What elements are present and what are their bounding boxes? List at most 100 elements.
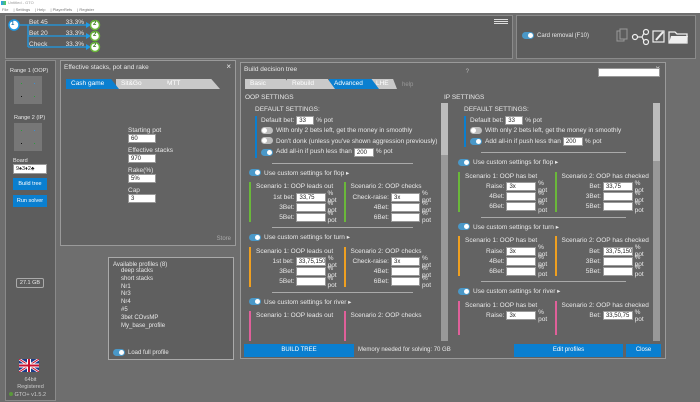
build-tree-button[interactable]: Build tree bbox=[13, 178, 47, 190]
toggle-switch[interactable] bbox=[522, 32, 534, 39]
toggle-switch[interactable] bbox=[261, 148, 273, 156]
tree-node-label[interactable]: 2 bbox=[93, 32, 96, 38]
load-full-profile-toggle[interactable]: Load full profile bbox=[113, 348, 169, 356]
starting-pot-input[interactable]: 60 bbox=[128, 134, 156, 143]
tab-advanced[interactable]: Advanced bbox=[329, 79, 379, 89]
toggle-switch[interactable] bbox=[261, 137, 273, 145]
build-tree-button[interactable]: BUILD TREE bbox=[244, 344, 354, 357]
menu-playerrefs[interactable]: PlayerRefs bbox=[53, 7, 73, 12]
profile-item[interactable]: #5 bbox=[121, 307, 233, 315]
help-link[interactable]: help bbox=[402, 82, 413, 88]
toggle-switch[interactable] bbox=[470, 138, 482, 146]
store-button[interactable]: Store bbox=[217, 236, 231, 242]
bet-size-input[interactable] bbox=[602, 256, 633, 266]
toggle-switch[interactable] bbox=[470, 126, 482, 134]
tab-basic[interactable]: Basic bbox=[245, 79, 293, 89]
bet-size-input[interactable] bbox=[390, 202, 420, 212]
flop-custom-toggle[interactable]: Use custom settings for flop ▸ bbox=[456, 158, 651, 169]
turn-custom-toggle[interactable]: Use custom settings for turn ▸ bbox=[247, 233, 438, 244]
toggle-switch[interactable] bbox=[249, 298, 261, 306]
close-button[interactable]: Close bbox=[626, 344, 661, 357]
ip-scrollbar[interactable] bbox=[653, 103, 660, 341]
scrollbar-thumb[interactable] bbox=[441, 103, 448, 155]
allin-input[interactable]: 200 bbox=[562, 137, 583, 147]
flop-custom-toggle[interactable]: Use custom settings for flop ▸ bbox=[247, 169, 438, 180]
scrollbar-thumb[interactable] bbox=[653, 103, 660, 161]
bet-size-input[interactable] bbox=[296, 202, 326, 212]
rake-input[interactable]: 5% bbox=[128, 174, 156, 183]
bet-size-input[interactable] bbox=[602, 202, 633, 211]
search-input[interactable] bbox=[598, 68, 660, 77]
oop-scrollbar[interactable] bbox=[441, 103, 448, 341]
bet-size-input[interactable] bbox=[296, 267, 326, 276]
bet-size-input[interactable]: 3x bbox=[506, 182, 537, 191]
profile-item[interactable]: Nr3 bbox=[121, 291, 233, 299]
bet-size-input[interactable] bbox=[390, 277, 420, 286]
bet-size-input[interactable]: 33,75,150 bbox=[295, 257, 326, 266]
bet-size-input[interactable] bbox=[506, 192, 537, 201]
close-icon[interactable]: × bbox=[226, 62, 231, 71]
menu-settings[interactable]: Settings bbox=[16, 7, 30, 12]
tree-branch[interactable]: Check 33.3% bbox=[29, 40, 84, 51]
run-solver-button[interactable]: Run solver bbox=[13, 195, 47, 207]
bet-size-input[interactable]: 3x bbox=[506, 246, 537, 256]
bet-size-input[interactable]: 33,75 bbox=[296, 192, 326, 202]
bet-size-input[interactable] bbox=[602, 192, 633, 201]
profile-item[interactable]: Nr4 bbox=[121, 299, 233, 307]
effective-stacks-input[interactable]: 970 bbox=[128, 154, 156, 163]
toggle-switch[interactable] bbox=[458, 287, 470, 295]
edit-profiles-button[interactable]: Edit profiles bbox=[514, 344, 623, 357]
toggle-switch[interactable] bbox=[249, 169, 261, 177]
profile-item[interactable]: Nr1 bbox=[121, 284, 233, 292]
bet-size-input[interactable]: 33,75 bbox=[602, 182, 633, 191]
bet-size-input[interactable] bbox=[296, 212, 326, 222]
bet-size-input[interactable] bbox=[506, 266, 537, 276]
card-removal-toggle[interactable]: Card removal (F10) bbox=[522, 32, 589, 39]
default-bet-input[interactable]: 33 bbox=[505, 116, 524, 126]
range2-grid[interactable] bbox=[14, 123, 42, 151]
bet-size-input[interactable] bbox=[506, 202, 537, 211]
profile-item[interactable]: short stacks bbox=[121, 276, 233, 284]
tree-node-label[interactable]: 2 bbox=[93, 43, 96, 49]
bet-size-input[interactable] bbox=[506, 256, 537, 266]
tree-branch[interactable]: Bet 20 33.3% bbox=[29, 29, 84, 40]
bet-size-input[interactable] bbox=[390, 267, 420, 276]
tab-rebuild[interactable]: Rebuild bbox=[287, 79, 335, 89]
menu-help[interactable]: Help bbox=[37, 7, 45, 12]
bet-size-input[interactable]: 33,75,150 bbox=[602, 246, 633, 256]
turn-custom-toggle[interactable]: Use custom settings for turn ▸ bbox=[456, 223, 651, 234]
bet-size-input[interactable] bbox=[296, 277, 326, 286]
toggle-switch[interactable] bbox=[458, 158, 470, 166]
profile-item[interactable]: My_base_profile bbox=[121, 323, 233, 331]
default-bet-input[interactable]: 33 bbox=[296, 116, 315, 126]
river-custom-toggle[interactable]: Use custom settings for river ▸ bbox=[456, 287, 651, 298]
option-toggle-row[interactable]: Don't donk (unless you've shown aggressi… bbox=[261, 137, 438, 148]
cap-input[interactable]: 3 bbox=[128, 194, 156, 203]
toggle-switch[interactable] bbox=[249, 233, 261, 241]
river-custom-toggle[interactable]: Use custom settings for river ▸ bbox=[247, 298, 438, 309]
toggle-switch[interactable] bbox=[261, 126, 273, 134]
range1-grid[interactable] bbox=[14, 76, 42, 104]
bet-size-input[interactable]: 3x bbox=[506, 311, 537, 320]
option-toggle-row[interactable]: With only 2 bets left, get the money in … bbox=[470, 126, 651, 137]
hamburger-menu-icon[interactable] bbox=[494, 19, 508, 24]
board-input[interactable]: 9♠3♦2♣ bbox=[13, 164, 47, 174]
menu-file[interactable]: File bbox=[2, 7, 8, 12]
profile-item[interactable]: deep stacks bbox=[121, 268, 233, 276]
tree-branch[interactable]: Bet 45 33.3% bbox=[29, 18, 84, 29]
tree-root-label[interactable]: 1 bbox=[11, 21, 14, 27]
bet-size-input[interactable]: 3x bbox=[390, 257, 420, 266]
menu-register[interactable]: Register bbox=[79, 7, 94, 12]
bet-size-input[interactable] bbox=[390, 212, 420, 222]
tab-sitgo[interactable]: Sit&Go bbox=[116, 79, 172, 89]
uk-flag-icon[interactable] bbox=[19, 359, 39, 372]
bet-size-input[interactable] bbox=[602, 266, 633, 276]
toggle-switch[interactable] bbox=[458, 223, 470, 231]
option-toggle-row[interactable]: With only 2 bets left, get the money in … bbox=[261, 126, 438, 137]
bet-size-input[interactable]: 33,50,75 bbox=[602, 311, 633, 320]
allin-input[interactable]: 200 bbox=[353, 147, 374, 157]
bet-size-input[interactable]: 3x bbox=[390, 192, 420, 202]
tab-cash-game[interactable]: Cash game bbox=[66, 79, 119, 89]
toggle-switch[interactable] bbox=[113, 348, 125, 356]
profile-item[interactable]: 3bet COvsMP bbox=[121, 315, 233, 323]
